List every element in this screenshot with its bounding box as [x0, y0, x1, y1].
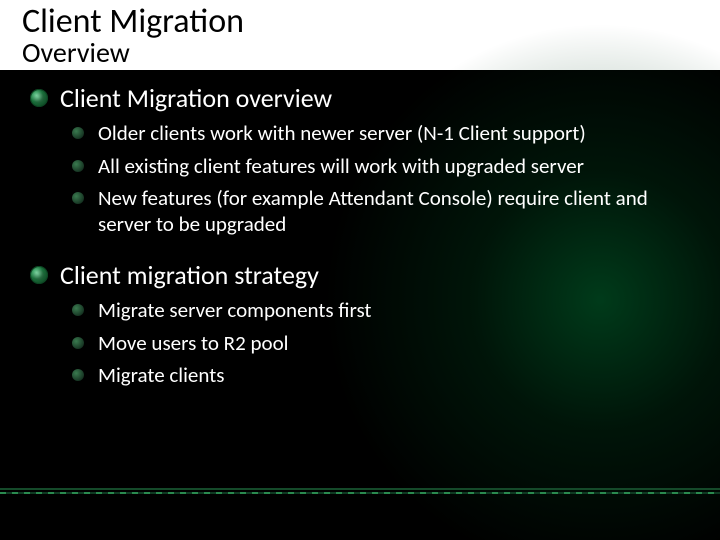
- content-area: Client Migration overview Older clients …: [0, 70, 720, 388]
- sub-list: Older clients work with newer server (N-…: [30, 120, 690, 237]
- divider-line: [0, 488, 720, 490]
- divider-dots: [0, 492, 720, 494]
- list-item: Older clients work with newer server (N-…: [72, 120, 690, 146]
- slide-subtitle: Overview: [22, 38, 698, 69]
- section-heading: Client Migration overview: [30, 82, 690, 114]
- list-item: Migrate clients: [72, 362, 690, 388]
- section-heading: Client migration strategy: [30, 259, 690, 291]
- sub-list: Migrate server components first Move use…: [30, 297, 690, 388]
- bullet-sphere-icon: [30, 266, 48, 284]
- bullet-sphere-icon: [30, 89, 48, 107]
- list-item: Move users to R2 pool: [72, 330, 690, 356]
- section-heading-text: Client Migration overview: [60, 82, 332, 114]
- footer-divider: [0, 488, 720, 494]
- section-heading-text: Client migration strategy: [60, 259, 319, 291]
- list-item: All existing client features will work w…: [72, 153, 690, 179]
- slide: Client Migration Overview Client Migrati…: [0, 0, 720, 540]
- title-band: Client Migration Overview: [0, 0, 720, 70]
- section-strategy: Client migration strategy Migrate server…: [30, 259, 690, 388]
- list-item: Migrate server components first: [72, 297, 690, 323]
- section-overview: Client Migration overview Older clients …: [30, 82, 690, 237]
- list-item: New features (for example Attendant Cons…: [72, 185, 690, 238]
